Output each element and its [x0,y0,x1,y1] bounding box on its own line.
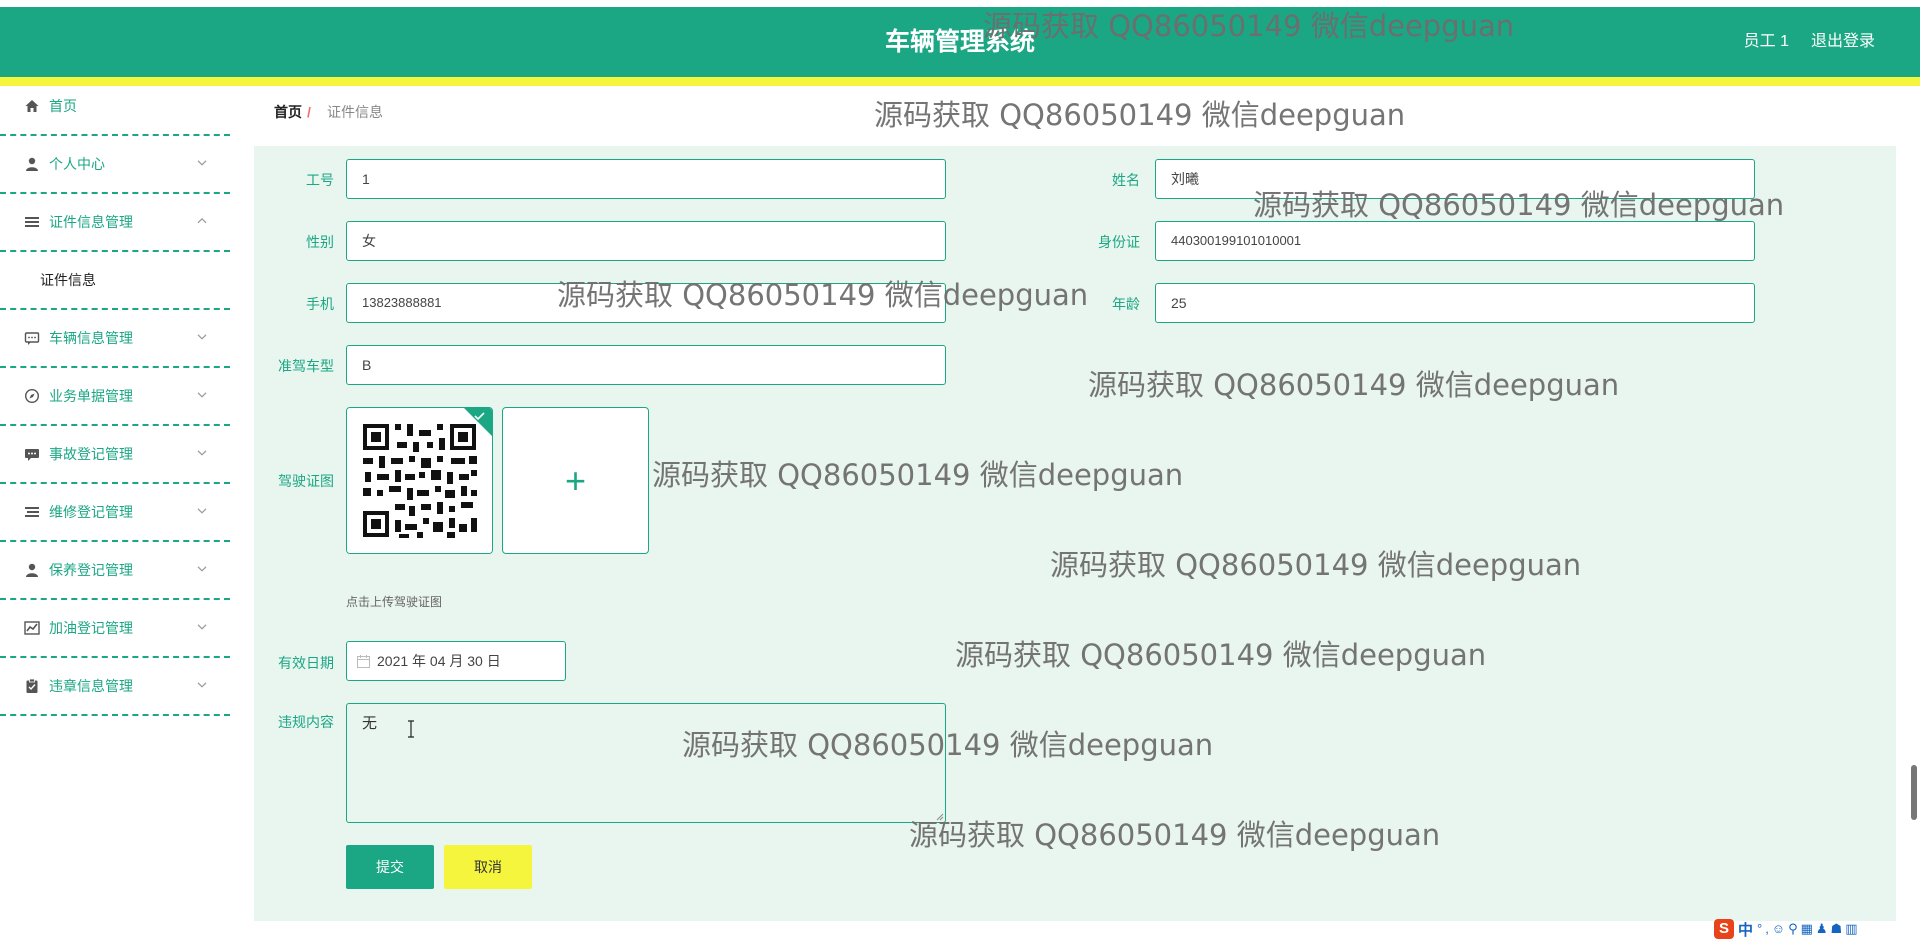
sidebar-item-fuel[interactable]: 加油登记管理 [0,600,230,658]
sidebar-item-maintenance[interactable]: 保养登记管理 [0,542,230,600]
chevron-down-icon [197,392,207,398]
plus-icon: + [564,460,587,501]
violation-content-label: 违规内容 [278,714,334,730]
upload-hint: 点击上传驾驶证图 [346,595,443,609]
breadcrumb-home[interactable]: 首页 [274,88,302,136]
name-label: 姓名 [1112,172,1140,188]
valid-date-value: 2021 年 04 月 30 日 [377,653,501,669]
clipboard-icon [26,678,38,693]
breadcrumb-current: 证件信息 [327,104,383,120]
license-class-label: 准驾车型 [278,358,334,374]
sidebar-item-certificates[interactable]: 证件信息管理 [0,194,230,252]
top-strip [0,0,1920,7]
chevron-up-icon [197,217,207,224]
gender-input[interactable]: 女 [346,221,946,261]
watermark: 源码获取 QQ86050149 微信deepguan [909,818,1441,852]
sidebar-item-label: 事故登记管理 [49,446,133,462]
sidebar-item-vehicles[interactable]: 车辆信息管理 [0,310,230,368]
chevron-down-icon [197,450,207,456]
sidebar-item-label: 保养登记管理 [49,562,133,578]
sidebar-item-label: 首页 [49,98,77,114]
system-tray: S 中 °,☺⚲▦♟☗▥ [1712,918,1920,942]
ime-language-indicator[interactable]: 中 [1738,919,1753,940]
calendar-icon [357,655,370,668]
watermark: 源码获取 QQ86050149 微信deepguan [1050,548,1582,582]
sidebar-subitem-label: 证件信息 [40,272,96,288]
employee-id-label: 工号 [306,172,334,188]
sidebar-item-label: 个人中心 [49,156,105,172]
chevron-down-icon [197,508,207,514]
valid-date-label: 有效日期 [278,655,334,671]
chat-icon [24,332,40,345]
chevron-down-icon [197,566,207,572]
chevron-down-icon [197,160,207,166]
age-input[interactable]: 25 [1155,283,1755,323]
compass-icon [24,388,40,404]
license-class-input[interactable]: B [346,345,946,385]
watermark: 源码获取 QQ86050149 微信deepguan [983,9,1515,43]
header-accent-bar [0,77,1920,86]
sidebar-item-label: 业务单据管理 [49,388,133,404]
cancel-button[interactable]: 取消 [444,845,532,889]
sidebar-subitem-certificate-info[interactable]: 证件信息 [0,252,230,310]
header: 车辆管理系统 员工 1 退出登录 [0,7,1920,77]
watermark: 源码获取 QQ86050149 微信deepguan [1088,368,1620,402]
sidebar-item-violations[interactable]: 违章信息管理 [0,658,230,716]
chart-icon [24,621,40,635]
ime-toolbar-icons[interactable]: °,☺⚲▦♟☗▥ [1757,921,1860,937]
user-icon [26,563,38,577]
sidebar-item-label: 加油登记管理 [49,620,133,636]
license-image-label: 驾驶证图 [278,473,334,489]
gender-label: 性别 [306,234,334,250]
list-icon [25,507,39,517]
sidebar-item-home[interactable]: 首页 [0,86,230,136]
chevron-down-icon [197,682,207,688]
sidebar-item-profile[interactable]: 个人中心 [0,136,230,194]
app-title: 车辆管理系统 [884,28,1035,56]
list-icon [25,217,39,227]
form-panel: 工号 1 姓名 刘曦 性别 女 身份证 440300199101010001 手… [254,146,1896,921]
employee-id-input[interactable]: 1 [346,159,946,199]
current-user: 员工 1 [1743,33,1789,50]
id-card-label: 身份证 [1098,234,1140,250]
home-icon [25,100,39,112]
sidebar-item-label: 维修登记管理 [49,504,133,520]
logout-link[interactable]: 退出登录 [1811,7,1875,77]
watermark: 源码获取 QQ86050149 微信deepguan [955,638,1487,672]
page-scrollbar[interactable] [1911,765,1917,820]
watermark: 源码获取 QQ86050149 微信deepguan [652,458,1184,492]
sidebar-item-label: 违章信息管理 [49,678,133,694]
sidebar-item-repairs[interactable]: 维修登记管理 [0,484,230,542]
qr-code-image [347,408,492,553]
sidebar-item-business[interactable]: 业务单据管理 [0,368,230,426]
license-image-thumbnail[interactable] [346,407,493,554]
sidebar-item-accidents[interactable]: 事故登记管理 [0,426,230,484]
violation-content-value: 无 [362,715,378,732]
phone-label: 手机 [306,296,334,312]
ime-logo-icon[interactable]: S [1714,919,1734,939]
license-image-upload[interactable]: + [502,407,649,554]
watermark: 源码获取 QQ86050149 微信deepguan [557,278,1089,312]
sidebar: 首页 个人中心 证件信息管理 证件信息 车辆信息管理 业务单据管理 事故登记管理… [0,86,230,942]
watermark: 源码获取 QQ86050149 微信deepguan [682,728,1214,762]
watermark: 源码获取 QQ86050149 微信deepguan [1253,188,1785,222]
chevron-down-icon [197,334,207,340]
chevron-down-icon [197,624,207,630]
sidebar-item-label: 车辆信息管理 [49,330,133,346]
watermark: 源码获取 QQ86050149 微信deepguan [874,98,1406,132]
breadcrumb-separator: / [307,104,311,120]
sidebar-item-label: 证件信息管理 [49,214,133,230]
user-icon [26,157,38,171]
message-icon [25,449,39,461]
text-cursor-icon [408,720,414,738]
submit-button[interactable]: 提交 [346,845,434,889]
valid-date-picker[interactable]: 2021 年 04 月 30 日 [346,641,566,681]
id-card-input[interactable]: 440300199101010001 [1155,221,1755,261]
